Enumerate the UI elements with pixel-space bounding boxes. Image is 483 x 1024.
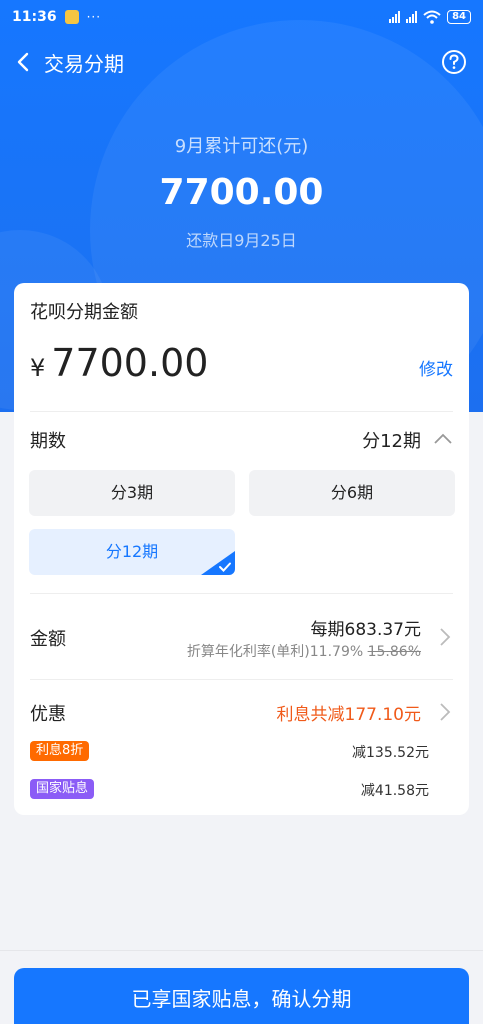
card-title: 花呗分期金额 <box>30 302 138 323</box>
nav-bar: 交易分期 <box>0 42 483 82</box>
check-icon <box>219 562 231 572</box>
page-title: 交易分期 <box>44 52 124 76</box>
status-icons: 84 <box>389 10 471 24</box>
edit-amount-link[interactable]: 修改 <box>419 355 453 380</box>
repayable-amount: 7700.00 <box>159 172 324 213</box>
notification-icon <box>64 10 79 24</box>
battery-indicator: 84 <box>447 10 471 24</box>
discount-label: 优惠 <box>30 704 66 725</box>
installment-amount: ¥ 7700.00 <box>30 341 208 385</box>
confirm-installment-button[interactable]: 已享国家贴息，确认分期 <box>14 968 469 1024</box>
help-icon[interactable] <box>441 49 467 75</box>
period-current[interactable]: 分12期 <box>362 427 421 453</box>
discount-value-interest: 减135.52元 <box>352 745 429 761</box>
signal-icon <box>406 11 418 23</box>
chevron-up-icon[interactable] <box>433 431 453 447</box>
period-label: 期数 <box>30 431 66 452</box>
period-option-label: 分12期 <box>105 542 159 561</box>
discount-value-subsidy: 减41.58元 <box>360 783 429 799</box>
discount-tag-interest: 利息8折 <box>30 741 90 761</box>
amount-value: 7700.00 <box>51 341 209 385</box>
discount-tag-subsidy: 国家贴息 <box>30 779 95 799</box>
per-period-amount: 每期683.37元 <box>310 620 421 640</box>
wifi-icon <box>423 10 441 24</box>
status-bar: 11:36 ··· 84 <box>0 0 483 34</box>
currency-symbol: ¥ <box>30 354 46 382</box>
annual-rate: 折算年化利率(单利)11.79% 15.86% <box>187 641 421 661</box>
installment-card: 花呗分期金额 ¥ 7700.00 修改 期数 分12期 分3期 分6期 分12期… <box>14 283 469 815</box>
original-rate: 15.86% <box>367 644 421 660</box>
period-option-12[interactable]: 分12期 <box>29 529 235 575</box>
divider <box>30 411 453 412</box>
period-option-6[interactable]: 分6期 <box>249 470 455 516</box>
amount-label: 金额 <box>30 629 66 650</box>
repayment-date: 还款日9月25日 <box>186 231 297 250</box>
divider <box>30 679 453 680</box>
divider <box>30 593 453 594</box>
more-notifications-icon: ··· <box>86 10 102 24</box>
discount-total[interactable]: 利息共减177.10元 <box>277 700 421 725</box>
chevron-right-icon[interactable] <box>439 702 451 722</box>
signal-icon <box>389 11 401 23</box>
back-arrow-icon[interactable] <box>12 50 36 74</box>
status-time: 11:36 <box>12 9 57 25</box>
repayable-label: 9月累计可还(元) <box>174 136 309 157</box>
chevron-right-icon[interactable] <box>439 627 451 647</box>
period-option-3[interactable]: 分3期 <box>29 470 235 516</box>
rate-text: 折算年化利率(单利)11.79% <box>186 644 364 660</box>
divider <box>0 950 483 951</box>
